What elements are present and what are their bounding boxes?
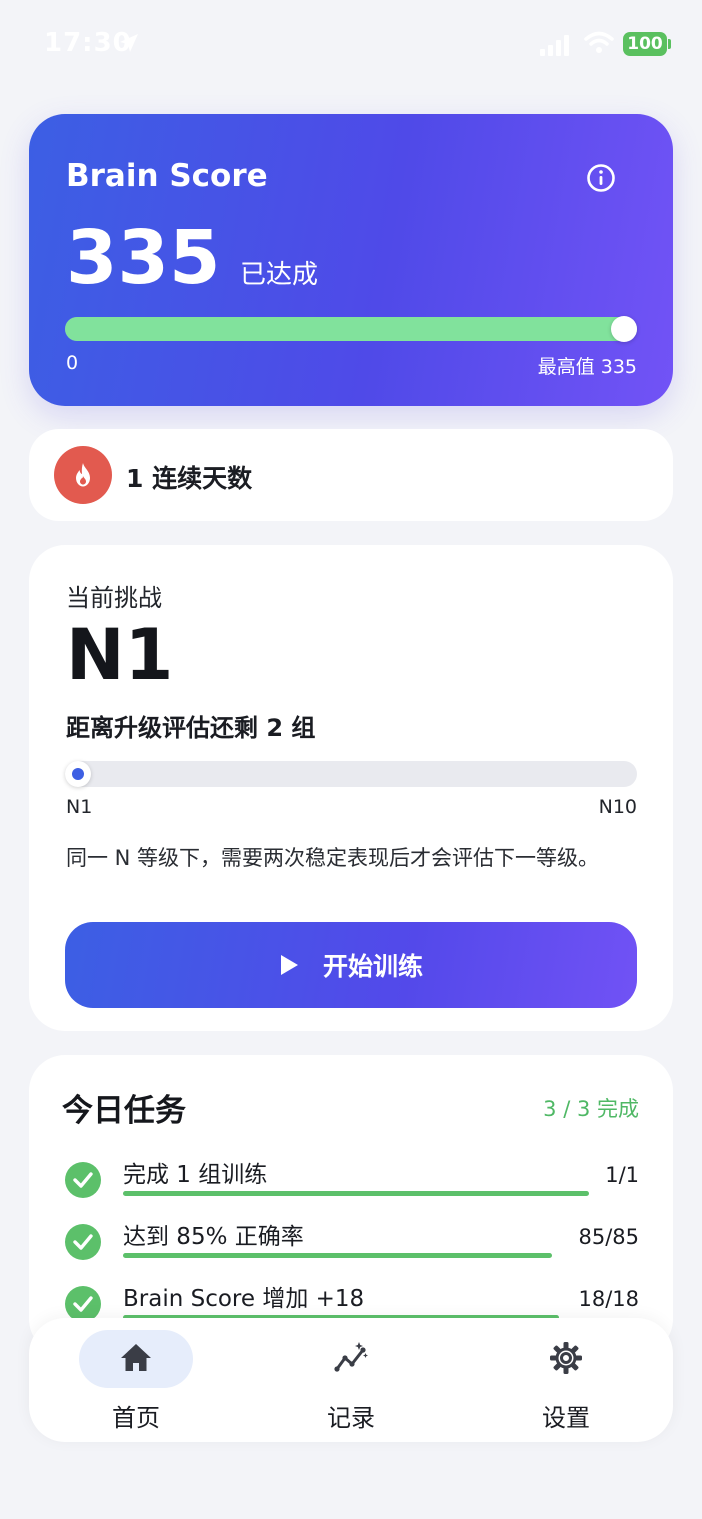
nav-label: 记录 <box>327 1404 375 1432</box>
score-progress-thumb <box>611 316 637 342</box>
play-icon <box>280 955 298 975</box>
home-icon <box>121 1344 151 1371</box>
task-value: 85/85 <box>578 1225 639 1249</box>
level-remaining-text: 距离升级评估还剩 2 组 <box>66 714 316 742</box>
bottom-nav: 首页 记录 设置 <box>29 1318 673 1442</box>
tasks-card: 今日任务 3 / 3 完成 完成 1 组训练 1/1 达到 85% 正确率 85… <box>29 1055 673 1355</box>
gear-icon <box>550 1342 582 1374</box>
nav-item-home[interactable]: 首页 <box>29 1318 243 1442</box>
signal-icon <box>540 35 569 56</box>
chart-icon <box>334 1342 368 1372</box>
challenge-label: 当前挑战 <box>66 584 162 612</box>
challenge-card: 当前挑战 N1 距离升级评估还剩 2 组 N1 N10 同一 N 等级下，需要两… <box>29 545 673 1031</box>
task-label: Brain Score 增加 +18 <box>123 1286 365 1312</box>
start-training-button[interactable]: 开始训练 <box>65 922 637 1008</box>
nav-item-settings[interactable]: 设置 <box>459 1318 673 1442</box>
info-icon[interactable] <box>585 162 617 194</box>
brain-score-card: Brain Score 335 已达成 0 最高值 335 <box>29 114 673 406</box>
check-circle-icon <box>65 1162 101 1198</box>
task-item: 完成 1 组训练 1/1 <box>29 1149 673 1211</box>
status-bar: 17:30 100 <box>0 0 702 90</box>
tasks-title: 今日任务 <box>62 1093 186 1129</box>
challenge-note: 同一 N 等级下，需要两次稳定表现后才会评估下一等级。 <box>66 846 600 870</box>
check-circle-icon <box>65 1286 101 1322</box>
level-progress-thumb <box>65 761 91 787</box>
task-item: 达到 85% 正确率 85/85 <box>29 1211 673 1273</box>
wifi-icon <box>584 31 614 53</box>
flame-icon <box>76 463 90 487</box>
task-label: 达到 85% 正确率 <box>123 1224 304 1250</box>
level-progress-track <box>65 761 637 787</box>
task-value: 1/1 <box>605 1163 639 1187</box>
battery-indicator: 100 <box>623 32 667 56</box>
streak-text: 1 连续天数 <box>126 464 253 493</box>
score-range-min: 0 <box>66 352 79 374</box>
level-range-min: N1 <box>66 796 93 818</box>
check-circle-icon <box>65 1224 101 1260</box>
nav-label: 设置 <box>542 1404 590 1432</box>
score-progress-track <box>65 316 637 342</box>
score-title: Brain Score <box>66 158 268 194</box>
battery-tip <box>668 39 671 49</box>
tasks-progress: 3 / 3 完成 <box>543 1097 639 1121</box>
score-progress-fill <box>65 317 637 341</box>
start-training-label: 开始训练 <box>322 952 423 981</box>
streak-card: 1 连续天数 <box>29 429 673 521</box>
task-label: 完成 1 组训练 <box>123 1162 268 1188</box>
nav-label: 首页 <box>112 1404 160 1432</box>
streak-badge <box>54 446 112 504</box>
score-value: 335 <box>66 215 221 301</box>
task-progress-bar <box>123 1191 589 1196</box>
score-status: 已达成 <box>240 260 319 290</box>
location-arrow-icon <box>120 34 138 52</box>
challenge-level: N1 <box>66 614 174 696</box>
task-value: 18/18 <box>578 1287 639 1311</box>
task-progress-bar <box>123 1253 552 1258</box>
level-range-max: N10 <box>598 796 637 818</box>
score-range-max: 最高值 335 <box>537 356 637 378</box>
nav-item-records[interactable]: 记录 <box>244 1318 458 1442</box>
